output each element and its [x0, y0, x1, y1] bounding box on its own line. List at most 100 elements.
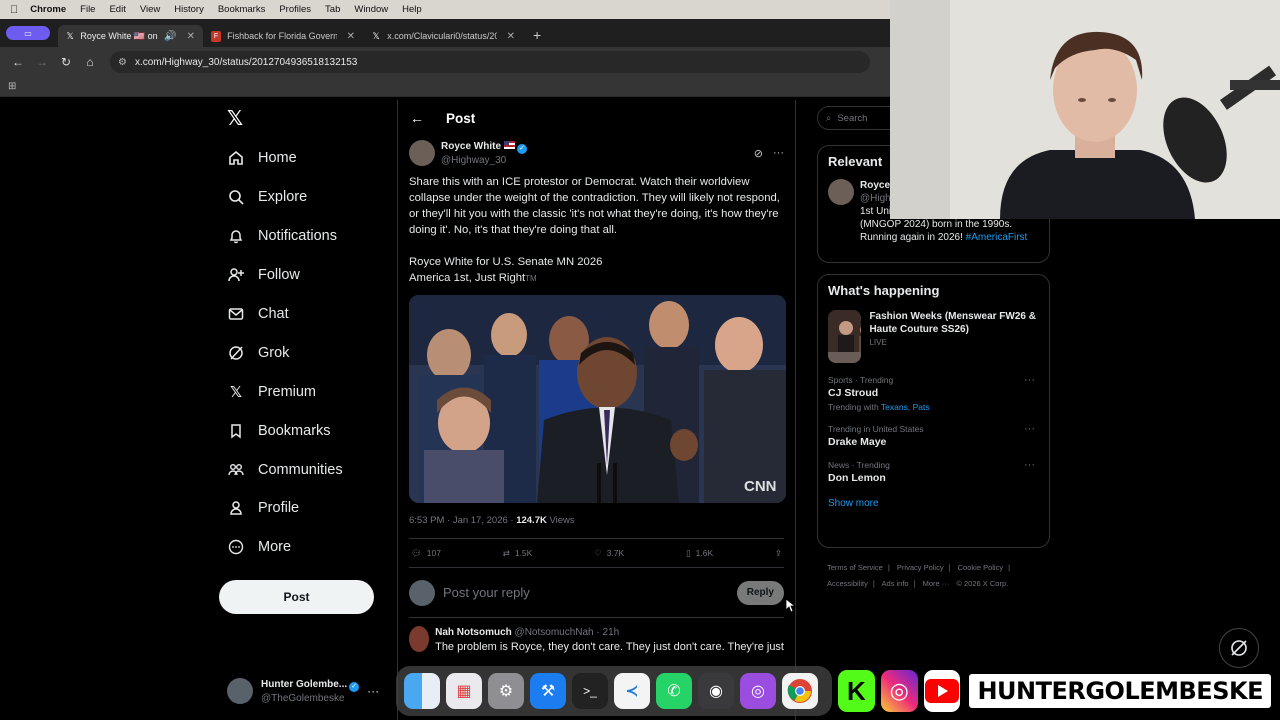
nav-home[interactable]: Home — [227, 146, 297, 170]
share-button[interactable]: ⇪ — [775, 548, 782, 559]
reply-stat-button[interactable]: 💬︎ 107 — [411, 548, 441, 559]
forward-arrow-icon[interactable]: → — [32, 52, 52, 72]
more-dots-icon[interactable]: ··· — [1024, 459, 1035, 471]
nav-explore[interactable]: Explore — [227, 185, 307, 209]
fishback-favicon-icon: F — [211, 30, 222, 42]
menu-bookmarks[interactable]: Bookmarks — [218, 4, 266, 15]
tab-group-pill[interactable]: ▭ — [6, 26, 50, 40]
finder-icon[interactable] — [404, 673, 440, 709]
reply-post[interactable]: Nah Notsomuch @NotsomuchNah · 21h The pr… — [409, 626, 784, 654]
nav-bookmarks[interactable]: Bookmarks — [227, 419, 331, 443]
reply-author-name[interactable]: Nah Notsomuch — [435, 627, 512, 638]
close-icon[interactable]: ✕ — [347, 31, 355, 42]
account-switcher[interactable]: Hunter Golembe... ✓ @TheGolembeske ··· — [227, 675, 387, 707]
nav-grok[interactable]: Grok — [227, 341, 289, 365]
accessibility-link[interactable]: Accessibility — [827, 579, 868, 588]
nav-communities[interactable]: Communities — [227, 458, 343, 482]
repost-stat-button[interactable]: ⇄ 1.5K — [503, 548, 533, 559]
tab-royce-white[interactable]: 𝕏 Royce White 🇺🇸 on X: "Sh 🔊 ✕ — [58, 25, 203, 47]
trend-item[interactable]: Trending in United States Drake Maye ··· — [828, 423, 1039, 448]
reload-icon[interactable]: ↻ — [56, 52, 76, 72]
more-dots-icon[interactable]: ··· — [1024, 423, 1035, 435]
menu-profiles[interactable]: Profiles — [279, 4, 311, 15]
nav-more[interactable]: More — [227, 535, 291, 559]
more-dots-icon[interactable]: ··· — [1024, 374, 1035, 386]
home-icon[interactable]: ⌂ — [80, 52, 100, 72]
post-button[interactable]: Post — [219, 580, 374, 614]
relevant-avatar[interactable] — [828, 179, 854, 205]
show-more-link[interactable]: Show more — [828, 498, 1039, 509]
author-name[interactable]: Royce White — [441, 141, 501, 152]
new-tab-button[interactable]: + — [533, 27, 541, 43]
menu-history[interactable]: History — [174, 4, 204, 15]
trend-title: Fashion Weeks (Menswear FW26 & Haute Cou… — [869, 311, 1036, 335]
trend-related-links[interactable]: Texans, Pats — [881, 402, 930, 412]
menu-edit[interactable]: Edit — [109, 4, 125, 15]
close-icon[interactable]: ✕ — [187, 31, 195, 42]
views-count: 124.7K — [516, 515, 547, 526]
home-icon — [227, 149, 245, 167]
relevant-name[interactable]: Royce — [860, 179, 891, 192]
back-arrow-icon[interactable]: ← — [8, 52, 28, 72]
cookie-link[interactable]: Cookie Policy — [958, 563, 1003, 572]
nav-notifications[interactable]: Notifications — [227, 224, 337, 248]
site-settings-icon[interactable]: ⚙ — [118, 57, 127, 68]
grok-fab-button[interactable] — [1219, 628, 1259, 668]
menu-window[interactable]: Window — [354, 4, 388, 15]
ads-info-link[interactable]: Ads info — [881, 579, 908, 588]
menu-view[interactable]: View — [140, 4, 160, 15]
xcode-icon[interactable]: ⚒ — [530, 673, 566, 709]
grok-explain-icon[interactable]: ⊘ — [754, 147, 763, 160]
nav-profile[interactable]: Profile — [227, 496, 299, 520]
more-circle-icon — [227, 538, 245, 556]
whatsapp-icon[interactable]: ✆ — [656, 673, 692, 709]
trend-item[interactable]: Sports · Trending CJ Stroud Trending wit… — [828, 374, 1039, 412]
like-stat-button[interactable]: ♡ 3.7K — [594, 548, 624, 559]
apple-icon[interactable]:  — [10, 4, 18, 16]
reply-avatar[interactable] — [409, 626, 430, 652]
more-dots-icon[interactable]: ··· — [367, 684, 379, 698]
reply-button[interactable]: Reply — [736, 580, 784, 605]
vscode-icon[interactable]: ≺ — [614, 673, 650, 709]
x-icon: 𝕏 — [229, 384, 243, 401]
nav-premium[interactable]: 𝕏 Premium — [227, 380, 316, 404]
trend-fashion-weeks[interactable]: Fashion Weeks (Menswear FW26 & Haute Cou… — [828, 310, 1039, 363]
apps-grid-icon[interactable]: ⊞ — [8, 81, 16, 92]
tab-audio-icon[interactable]: 🔊 — [164, 31, 176, 42]
menu-help[interactable]: Help — [402, 4, 422, 15]
bookmark-stat-button[interactable]: ▯ 1.6K — [686, 548, 713, 559]
terminal-icon[interactable]: >_ — [572, 673, 608, 709]
obs-icon[interactable]: ◉ — [698, 673, 734, 709]
menu-file[interactable]: File — [80, 4, 95, 15]
tab-fishback[interactable]: F Fishback for Florida Governor ✕ — [203, 25, 363, 47]
video-frame-image: CNN — [409, 295, 786, 503]
reply-input[interactable]: Post your reply — [443, 585, 530, 600]
x-logo-icon[interactable]: 𝕏 — [227, 109, 245, 129]
back-arrow-icon[interactable]: ← — [410, 110, 424, 126]
menu-chrome[interactable]: Chrome — [30, 4, 66, 15]
nav-follow[interactable]: Follow — [227, 263, 300, 287]
left-nav: 𝕏 Home Explore Notifications Follow Chat… — [219, 100, 389, 720]
privacy-link[interactable]: Privacy Policy — [897, 563, 944, 572]
url-field[interactable]: ⚙ x.com/Highway_30/status/20127049365181… — [110, 51, 870, 73]
launchpad-icon[interactable]: ▦ — [446, 673, 482, 709]
system-settings-icon[interactable]: ⚙ — [488, 673, 524, 709]
share-icon: ⇪ — [774, 547, 782, 558]
post-video[interactable]: CNN — [409, 295, 786, 503]
bookmark-icon — [227, 422, 245, 440]
hashtag-link[interactable]: #AmericaFirst — [966, 232, 1028, 243]
terms-link[interactable]: Terms of Service — [827, 563, 883, 572]
nav-chat[interactable]: Chat — [227, 302, 289, 326]
reply-text: The problem is Royce, they don't care. T… — [435, 641, 784, 653]
more-dots-icon[interactable]: ··· — [773, 147, 784, 160]
podcasts-icon[interactable]: ◎ — [740, 673, 776, 709]
menu-tab[interactable]: Tab — [325, 4, 340, 15]
author-handle[interactable]: @Highway_30 — [441, 154, 527, 167]
tab-claviculari[interactable]: 𝕏 x.com/Claviculari0/status/201 ✕ — [363, 25, 523, 47]
author-avatar[interactable] — [409, 140, 435, 166]
page-title: Post — [446, 110, 476, 126]
chrome-icon[interactable] — [782, 673, 818, 709]
close-icon[interactable]: ✕ — [507, 31, 515, 42]
trend-item[interactable]: News · Trending Don Lemon ··· — [828, 459, 1039, 484]
more-link[interactable]: More ··· — [923, 579, 950, 588]
